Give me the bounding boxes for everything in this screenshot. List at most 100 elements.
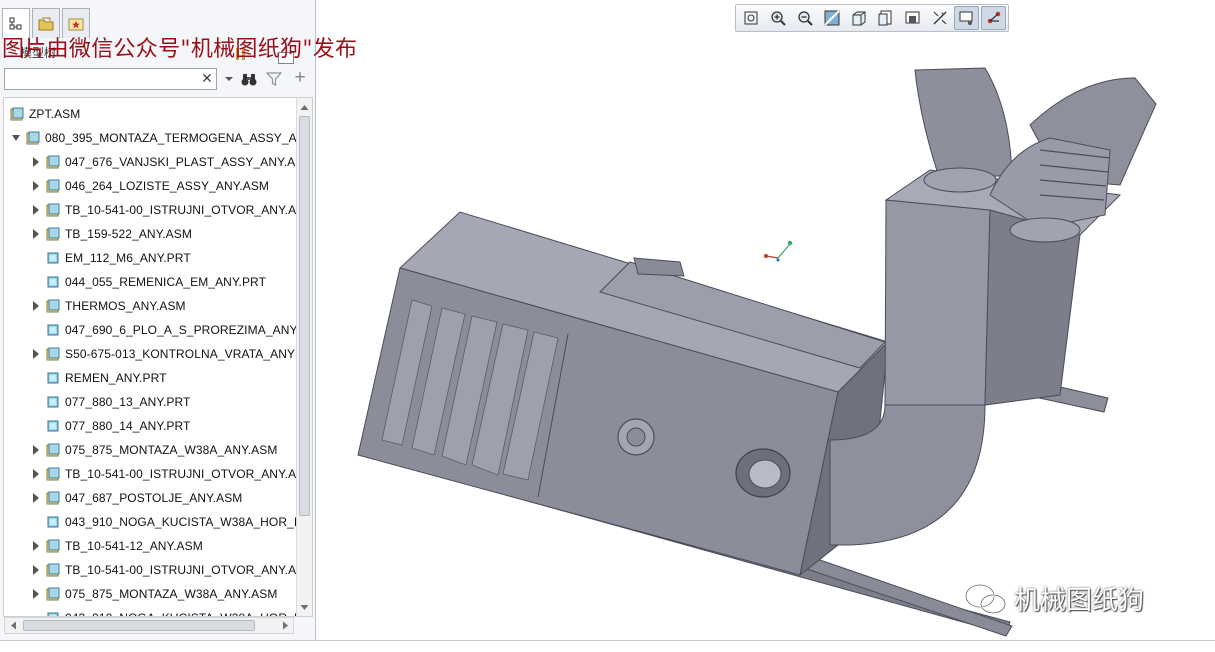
tree-row-label: TB_10-541-00_ISTRUJNI_OTVOR_ANY.A — [65, 467, 296, 481]
display-style-button[interactable] — [846, 6, 871, 30]
view-manager-icon — [905, 11, 919, 24]
tree-row[interactable]: 077_880_14_ANY.PRT — [4, 414, 296, 438]
tree-row-label: TB_159-522_ANY.ASM — [65, 227, 192, 241]
scroll-up-icon[interactable] — [300, 103, 309, 112]
collapsed-arrow-icon[interactable] — [32, 469, 40, 479]
tree-row[interactable]: TB_10-541-12_ANY.ASM — [4, 534, 296, 558]
refit-icon — [744, 11, 757, 25]
collapsed-arrow-icon[interactable] — [32, 157, 40, 167]
tree-row[interactable]: 043_910_NOGA_KUCISTA_W38A_HOR_I — [4, 510, 296, 534]
vertical-scroll-thumb[interactable] — [299, 116, 310, 516]
assembly-icon — [46, 467, 60, 481]
view-manager-button[interactable] — [900, 6, 925, 30]
collapsed-arrow-icon[interactable] — [32, 229, 40, 239]
part-icon — [47, 252, 59, 264]
assembly-icon — [46, 299, 60, 313]
assembly-icon — [46, 179, 60, 193]
saved-orientations-button[interactable] — [873, 6, 898, 30]
assembly-icon — [26, 131, 40, 145]
tree-row-label: 077_880_14_ANY.PRT — [65, 419, 191, 433]
scroll-right-icon[interactable] — [281, 621, 290, 630]
tree-row[interactable]: S50-675-013_KONTROLNA_VRATA_ANY — [4, 342, 296, 366]
filter-funnel-icon[interactable] — [266, 71, 282, 87]
tree-row[interactable]: 075_875_MONTAZA_W38A_ANY.ASM — [4, 438, 296, 462]
tree-row[interactable]: 077_880_13_ANY.PRT — [4, 390, 296, 414]
clear-search-icon[interactable]: ✕ — [200, 70, 214, 86]
tree-row[interactable]: 075_875_MONTAZA_W38A_ANY.ASM — [4, 582, 296, 606]
tree-row-label: THERMOS_ANY.ASM — [65, 299, 186, 313]
duct-collar — [923, 167, 997, 193]
tree-row[interactable]: 043_910_NOGA_KUCISTA_W38A_HOR_I — [4, 606, 296, 616]
tree-row[interactable]: 047_690_6_PLO_A_S_PROREZIMA_ANY.F — [4, 318, 296, 342]
tree-row-label: 046_264_LOZISTE_ASSY_ANY.ASM — [65, 179, 270, 193]
tree-row[interactable]: 044_055_REMENICA_EM_ANY.PRT — [4, 270, 296, 294]
hood-left — [914, 67, 1013, 181]
graphics-window[interactable] — [316, 36, 1215, 640]
tree-row[interactable]: TB_159-522_ANY.ASM — [4, 222, 296, 246]
duct-tower-front — [884, 199, 991, 406]
assembly-icon — [46, 443, 60, 457]
tree-row[interactable]: TB_10-541-00_ISTRUJNI_OTVOR_ANY.A — [4, 558, 296, 582]
tree-row[interactable]: ZPT.ASM — [4, 102, 296, 126]
collapsed-arrow-icon[interactable] — [32, 589, 40, 599]
assembly-icon — [46, 155, 60, 169]
annotation-display-button[interactable] — [954, 6, 979, 30]
tree-row[interactable]: TB_10-541-00_ISTRUJNI_OTVOR_ANY.A — [4, 462, 296, 486]
assembly-icon — [46, 539, 60, 553]
tree-row-label: TB_10-541-00_ISTRUJNI_OTVOR_ANY.A — [65, 563, 296, 577]
collapsed-arrow-icon[interactable] — [32, 541, 40, 551]
zoom-out-button[interactable] — [792, 6, 817, 30]
annotation-display-icon — [959, 11, 973, 25]
part-icon — [47, 324, 59, 336]
collapsed-arrow-icon[interactable] — [32, 565, 40, 575]
collapsed-arrow-icon[interactable] — [32, 349, 40, 359]
tree-row-label: 077_880_13_ANY.PRT — [65, 395, 191, 409]
part-icon — [47, 420, 59, 432]
tree-row-label: 075_875_MONTAZA_W38A_ANY.ASM — [65, 443, 278, 457]
refit-button[interactable] — [738, 6, 763, 30]
tree-row[interactable]: 046_264_LOZISTE_ASSY_ANY.ASM — [4, 174, 296, 198]
tree-row[interactable]: EM_112_M6_ANY.PRT — [4, 246, 296, 270]
tree-row-label: 075_875_MONTAZA_W38A_ANY.ASM — [65, 587, 278, 601]
horizontal-scroll-thumb[interactable] — [23, 620, 255, 631]
folder-browser-tab-icon — [38, 17, 54, 30]
collapsed-arrow-icon[interactable] — [32, 181, 40, 191]
tree-row[interactable]: THERMOS_ANY.ASM — [4, 294, 296, 318]
spin-center-button[interactable] — [981, 6, 1006, 30]
scroll-left-icon[interactable] — [9, 621, 18, 630]
add-column-icon[interactable]: + — [292, 68, 308, 87]
tree-row[interactable]: 047_687_POSTOLJE_ANY.ASM — [4, 486, 296, 510]
tree-row-label: 044_055_REMENICA_EM_ANY.PRT — [65, 275, 267, 289]
search-dropdown-icon[interactable] — [224, 72, 234, 86]
tree-row[interactable]: 080_395_MONTAZA_TERMOGENA_ASSY_A — [4, 126, 296, 150]
model-tree: ZPT.ASM 080_395_MONTAZA_TERMOGENA_ASSY_A 0… — [3, 97, 313, 617]
collapsed-arrow-icon[interactable] — [32, 493, 40, 503]
tree-row-label: TB_10-541-00_ISTRUJNI_OTVOR_ANY.A — [65, 203, 296, 217]
expanded-arrow-icon[interactable] — [12, 133, 20, 143]
collapsed-arrow-icon[interactable] — [32, 205, 40, 215]
burner-inner — [748, 459, 782, 489]
tree-search-input[interactable] — [4, 68, 217, 90]
wechat-icon — [964, 583, 1007, 614]
model-tree-tab-icon — [9, 17, 22, 29]
scroll-down-icon[interactable] — [300, 603, 309, 612]
tree-horizontal-scrollbar[interactable] — [4, 617, 294, 634]
part-icon — [47, 276, 59, 288]
repaint-button[interactable] — [819, 6, 844, 30]
collapsed-arrow-icon[interactable] — [32, 445, 40, 455]
watermark-top-text: 图片由微信公众号"机械图纸狗"发布 — [2, 37, 358, 62]
favorites-tab-icon — [68, 18, 84, 30]
tree-row[interactable]: REMEN_ANY.PRT — [4, 366, 296, 390]
zoom-in-button[interactable] — [765, 6, 790, 30]
tree-row[interactable]: 047_676_VANJSKI_PLAST_ASSY_ANY.AS — [4, 150, 296, 174]
tree-row[interactable]: TB_10-541-00_ISTRUJNI_OTVOR_ANY.A — [4, 198, 296, 222]
watermark-bottom: 机械图纸狗 — [964, 580, 1144, 617]
coordinate-triad — [764, 240, 793, 262]
find-binoculars-icon[interactable] — [240, 71, 258, 87]
watermark-bottom-text: 机械图纸狗 — [1014, 586, 1145, 616]
part-icon — [47, 516, 59, 528]
saved-orientations-icon — [878, 10, 891, 26]
collapsed-arrow-icon[interactable] — [32, 301, 40, 311]
tree-vertical-scrollbar[interactable] — [296, 98, 312, 616]
datum-display-button[interactable]: * — [927, 6, 952, 30]
